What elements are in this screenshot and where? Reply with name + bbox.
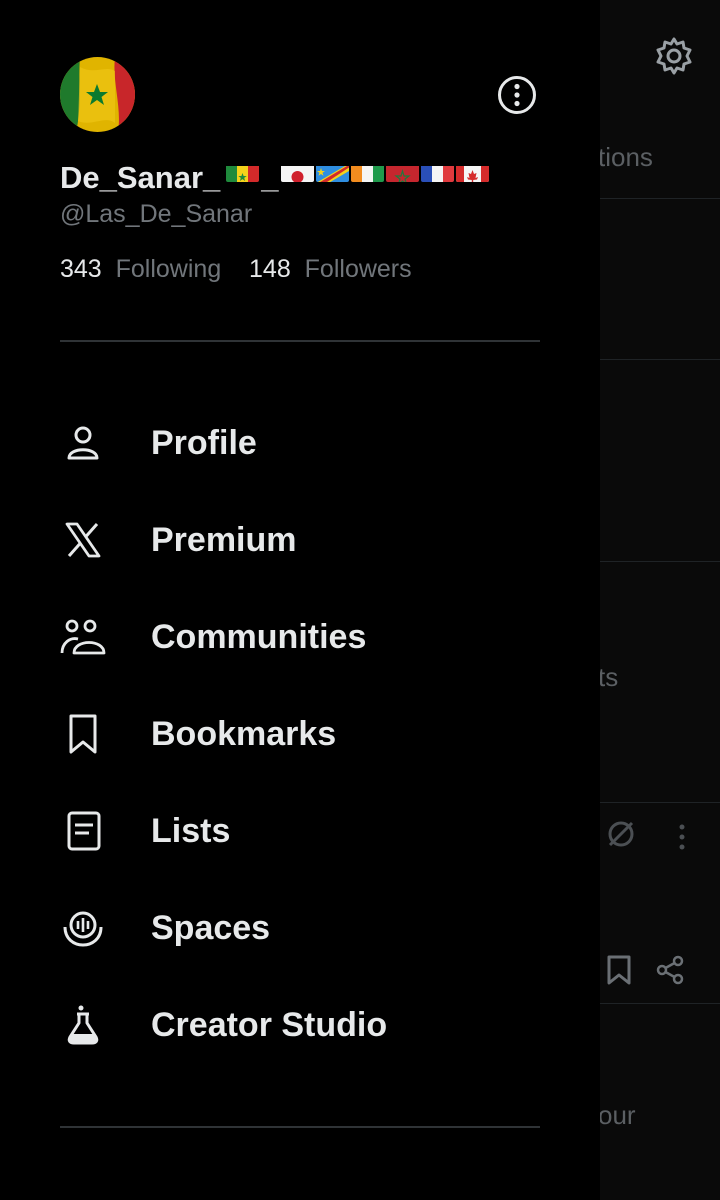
account-options-button[interactable] [497, 75, 537, 115]
menu-label: Lists [151, 811, 231, 850]
side-drawer: De_Sanar_ _ @Las_De_Sanar 343 Following … [0, 0, 600, 1200]
more-circle-icon [498, 76, 536, 114]
flask-icon [60, 1002, 106, 1048]
display-name-separator: _ [261, 160, 279, 195]
flag-emojis: _ [226, 160, 489, 196]
menu-label: Bookmarks [151, 714, 337, 753]
menu-item-spaces[interactable]: Spaces [60, 893, 540, 963]
menu-item-communities[interactable]: Communities [60, 602, 540, 672]
dr-congo-flag-icon [315, 160, 349, 182]
bg-divider [600, 561, 720, 562]
bg-divider [600, 802, 720, 803]
ivory-coast-flag-icon [350, 160, 384, 182]
menu-item-profile[interactable]: Profile [60, 408, 540, 478]
share-icon[interactable] [655, 955, 685, 990]
user-handle[interactable]: @Las_De_Sanar [60, 200, 252, 229]
more-vertical-icon[interactable] [676, 822, 688, 857]
tab-notifications-fragment[interactable]: tions [598, 142, 653, 173]
display-name-text: De_Sanar_ [60, 160, 221, 195]
canada-flag-icon [455, 160, 489, 182]
menu-item-premium[interactable]: Premium [60, 505, 540, 575]
followers-label: Followers [304, 255, 412, 283]
list-icon [60, 808, 106, 854]
settings-gear-icon[interactable] [654, 36, 694, 81]
menu-item-lists[interactable]: Lists [60, 796, 540, 866]
person-icon [60, 420, 106, 466]
bg-divider [600, 1003, 720, 1004]
divider [60, 340, 540, 342]
menu-label: Premium [151, 520, 297, 559]
menu-label: Profile [151, 423, 257, 462]
bookmark-icon [60, 711, 106, 757]
post-text-fragment: ts [598, 662, 619, 692]
menu-item-creator-studio[interactable]: Creator Studio [60, 990, 540, 1060]
follow-stats: 343 Following 148 Followers [60, 255, 412, 284]
following-link[interactable]: 343 Following [60, 255, 221, 283]
senegal-flag-icon [226, 160, 260, 182]
bg-divider [600, 198, 720, 199]
post-text-fragment: our [598, 1100, 636, 1130]
menu-label: Creator Studio [151, 1005, 388, 1044]
japan-flag-icon [280, 160, 314, 182]
following-label: Following [115, 255, 222, 283]
morocco-flag-icon [385, 160, 419, 182]
senegal-flag-avatar-icon [60, 57, 135, 132]
france-flag-icon [420, 160, 454, 182]
followers-link[interactable]: 148 Followers [249, 255, 412, 283]
communities-icon [60, 614, 106, 660]
display-name[interactable]: De_Sanar_ _ [60, 160, 489, 196]
menu-label: Spaces [151, 908, 271, 947]
menu-item-bookmarks[interactable]: Bookmarks [60, 699, 540, 769]
spaces-icon [60, 905, 106, 951]
bg-divider [600, 359, 720, 360]
x-logo-icon [60, 517, 106, 563]
bookmark-icon[interactable] [606, 955, 632, 990]
no-sign-icon[interactable] [605, 818, 637, 855]
avatar[interactable] [60, 57, 135, 132]
following-count: 343 [60, 255, 102, 283]
menu-label: Communities [151, 617, 367, 656]
followers-count: 148 [249, 255, 291, 283]
divider [60, 1126, 540, 1128]
